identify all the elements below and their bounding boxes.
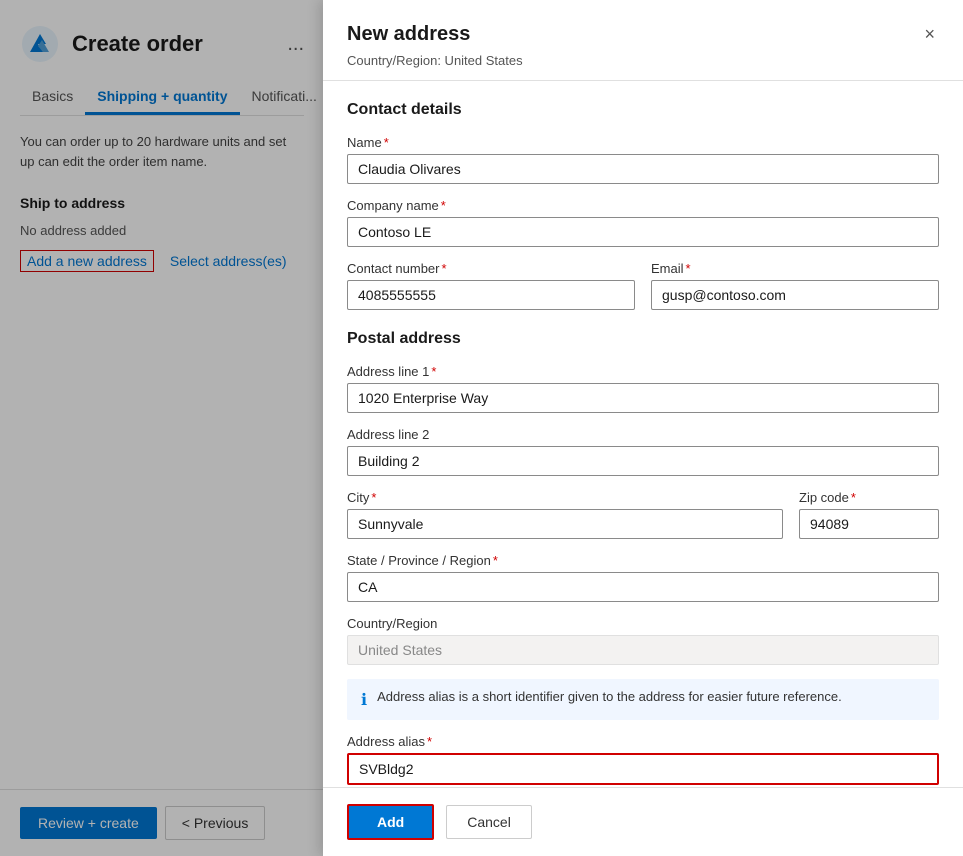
city-field-group: City* [347,490,783,539]
city-input[interactable] [347,509,783,539]
city-zip-row: City* Zip code* [347,490,939,553]
zip-label: Zip code* [799,490,939,505]
zip-input[interactable] [799,509,939,539]
info-icon: ℹ [361,690,367,710]
address1-field-group: Address line 1* [347,364,939,413]
country-field-group: Country/Region [347,616,939,665]
modal-body: Contact details Name* Company name* Cont… [323,81,963,787]
address1-input[interactable] [347,383,939,413]
contact-label: Contact number* [347,261,635,276]
company-input[interactable] [347,217,939,247]
modal-header: New address × Country/Region: United Sta… [323,0,963,81]
name-field-group: Name* [347,135,939,184]
close-button[interactable]: × [920,20,939,49]
modal-footer: Add Cancel [323,787,963,856]
state-field-group: State / Province / Region* [347,553,939,602]
cancel-button[interactable]: Cancel [446,805,532,839]
email-input[interactable] [651,280,939,310]
contact-field-group: Contact number* [347,261,635,310]
contact-section-heading: Contact details [347,101,939,119]
address2-label: Address line 2 [347,427,939,442]
company-field-group: Company name* [347,198,939,247]
add-button[interactable]: Add [347,804,434,840]
company-label: Company name* [347,198,939,213]
alias-input[interactable] [347,753,939,785]
new-address-modal: New address × Country/Region: United Sta… [323,0,963,856]
postal-section: Postal address Address line 1* Address l… [347,330,939,665]
alias-label: Address alias* [347,734,939,749]
email-label: Email* [651,261,939,276]
country-input [347,635,939,665]
country-label: Country/Region [347,616,939,631]
alias-field-group: Address alias* [347,734,939,785]
address2-field-group: Address line 2 [347,427,939,476]
email-field-group: Email* [651,261,939,310]
alias-info-box: ℹ Address alias is a short identifier gi… [347,679,939,720]
alias-info-text: Address alias is a short identifier give… [377,689,842,704]
city-label: City* [347,490,783,505]
name-input[interactable] [347,154,939,184]
state-input[interactable] [347,572,939,602]
modal-subtitle: Country/Region: United States [347,53,939,68]
modal-title: New address [347,23,470,46]
state-label: State / Province / Region* [347,553,939,568]
name-label: Name* [347,135,939,150]
contact-email-row: Contact number* Email* [347,261,939,324]
zip-field-group: Zip code* [799,490,939,539]
contact-input[interactable] [347,280,635,310]
postal-section-heading: Postal address [347,330,939,348]
modal-title-row: New address × [347,20,939,49]
address2-input[interactable] [347,446,939,476]
address1-label: Address line 1* [347,364,939,379]
